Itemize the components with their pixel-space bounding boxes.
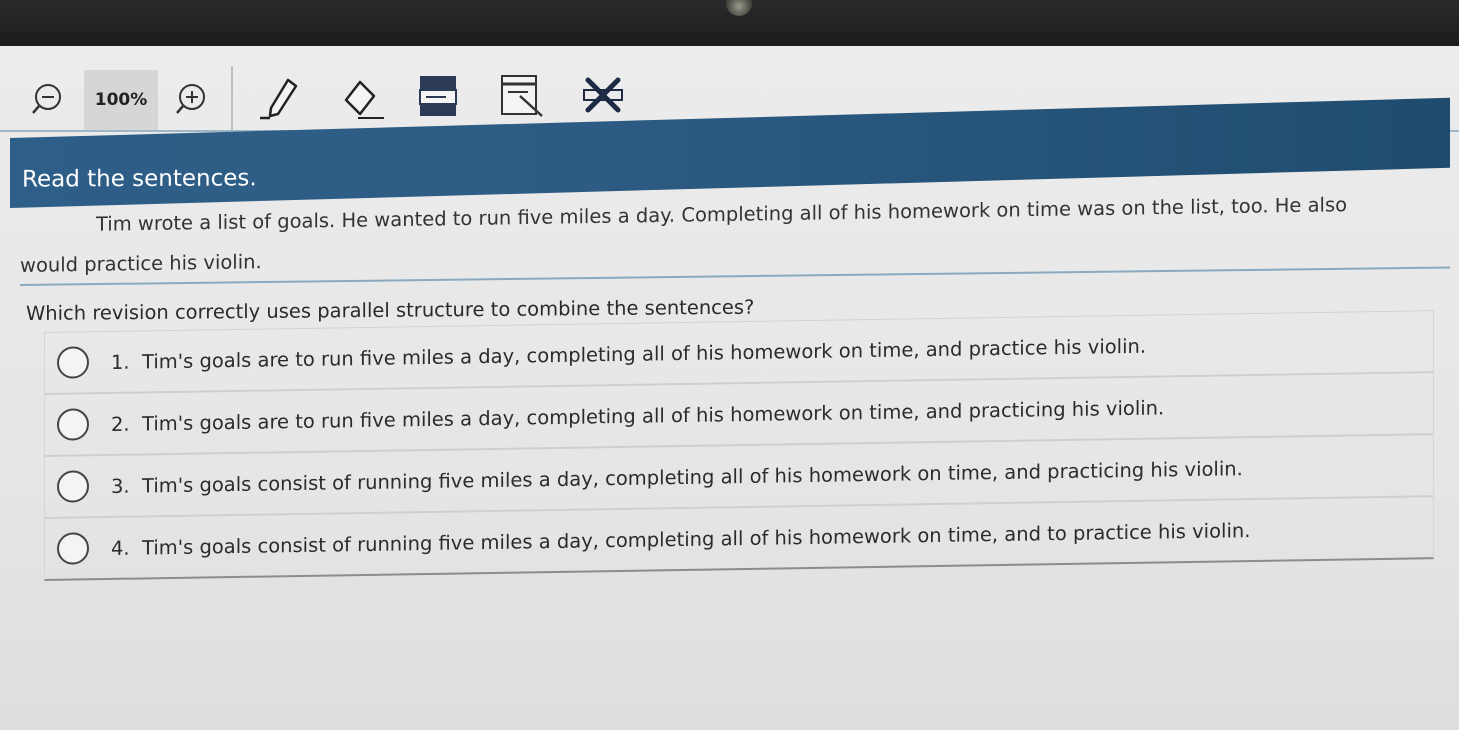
- zoom-out-button[interactable]: [30, 82, 64, 116]
- answer-masking-button[interactable]: [416, 72, 460, 122]
- pen-icon: [260, 78, 298, 120]
- option-label: 4. Tim's goals consist of running five m…: [111, 518, 1251, 560]
- radio-button[interactable]: [57, 408, 89, 441]
- webcam: [726, 0, 752, 16]
- zoom-level: 100%: [84, 70, 158, 130]
- answer-eliminator-button[interactable]: [582, 76, 624, 116]
- test-screen: 100% Read the sentences. Tim wrote a lis…: [0, 46, 1459, 730]
- answer-masking-icon: [419, 76, 457, 116]
- toolbar-divider: [231, 66, 233, 130]
- radio-button[interactable]: [57, 470, 89, 503]
- question-prompt: Which revision correctly uses parallel s…: [26, 295, 755, 325]
- line-reader-button[interactable]: [498, 72, 548, 122]
- line-reader-icon: [501, 75, 543, 117]
- zoom-out-icon: [32, 84, 61, 114]
- option-label: 3. Tim's goals consist of running five m…: [111, 456, 1243, 498]
- zoom-in-icon: [176, 84, 205, 114]
- radio-button[interactable]: [57, 346, 89, 379]
- eraser-tool-button[interactable]: [336, 74, 386, 124]
- answer-options: 1. Tim's goals are to run five miles a d…: [44, 310, 1434, 581]
- eraser-icon: [344, 80, 384, 119]
- option-label: 2. Tim's goals are to run five miles a d…: [111, 395, 1165, 436]
- radio-button[interactable]: [57, 532, 89, 565]
- pen-tool-button[interactable]: [258, 74, 304, 124]
- monitor-bezel: [0, 0, 1459, 48]
- zoom-in-button[interactable]: [174, 82, 208, 116]
- section-title: Read the sentences.: [22, 165, 257, 193]
- option-label: 1. Tim's goals are to run five miles a d…: [111, 334, 1147, 374]
- answer-eliminator-icon: [583, 77, 623, 113]
